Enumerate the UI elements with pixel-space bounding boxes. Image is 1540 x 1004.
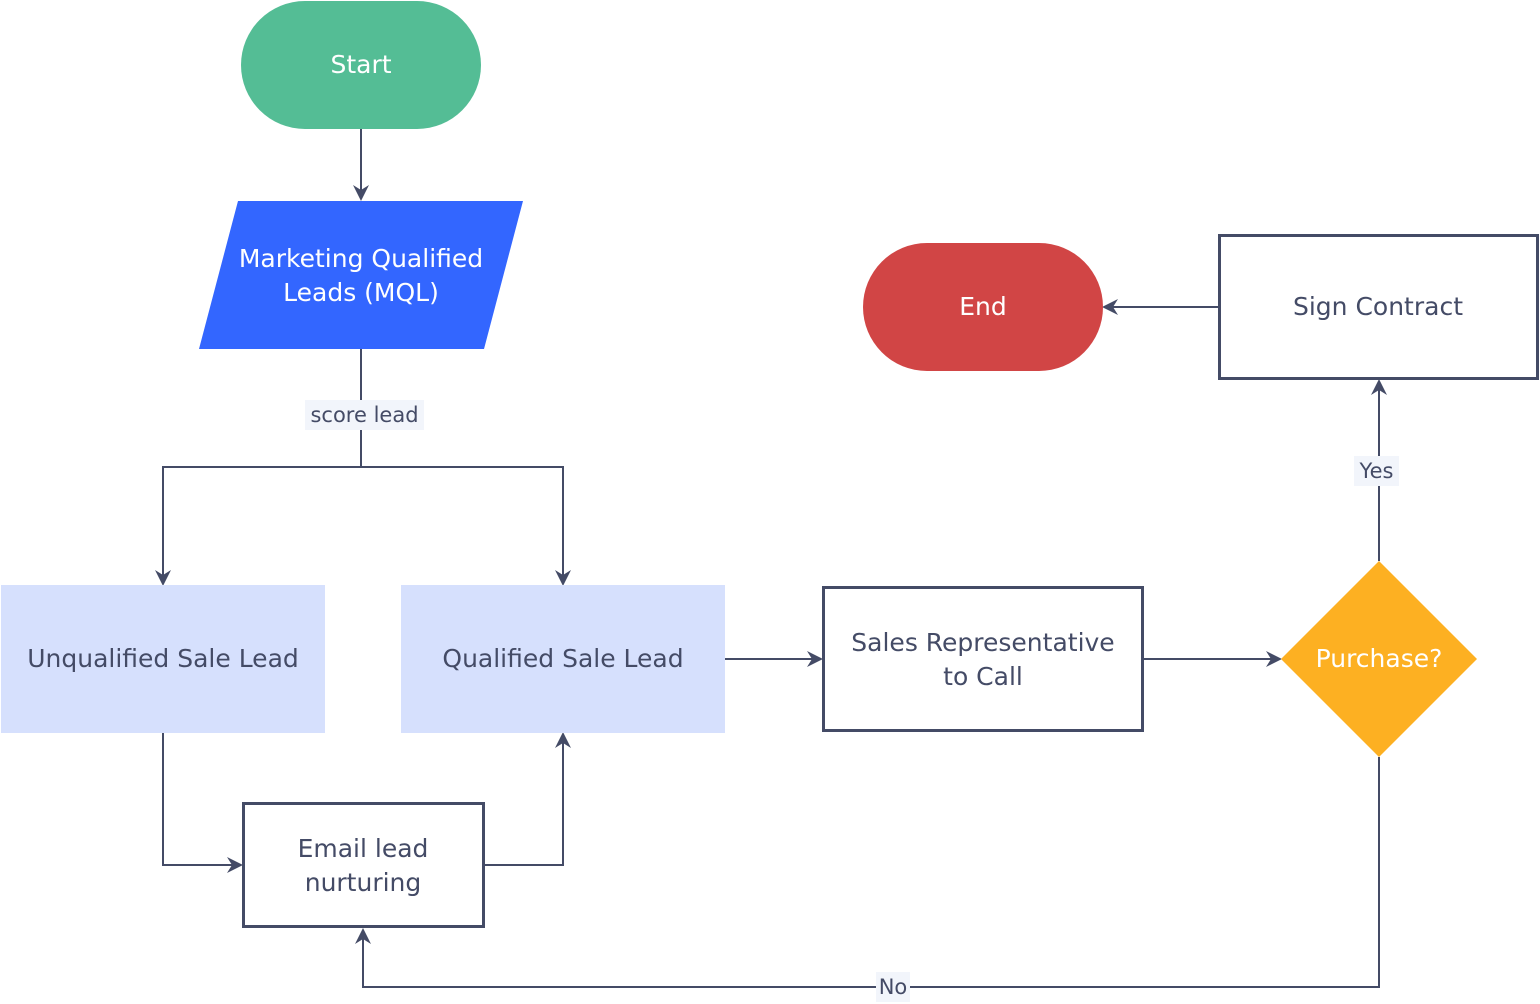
node-mql-label-line-1: Marketing Qualified [239,244,483,273]
edge-label-score-lead: score lead [305,400,424,430]
mql-parallelogram-shape [199,201,523,349]
flowchart-canvas: score lead Yes No Start Marketing Qualif… [1,1,1539,1002]
node-purchase-label: Purchase? [1316,644,1443,673]
edge-label-no-text: No [879,975,908,999]
edge-email-to-qualified[interactable] [485,732,571,866]
node-unqualified-label: Unqualified Sale Lead [27,644,299,673]
edge-label-score-lead-text: score lead [310,403,418,427]
edge-unqualified-to-email[interactable] [162,733,243,873]
email-rect-shape [242,802,485,928]
sales-rep-rect-shape [822,586,1144,732]
node-end-label: End [959,292,1007,321]
node-email-lead-nurturing[interactable]: Email lead nurturing [242,802,485,928]
node-sales-rep-label-line-1: Sales Representative [851,628,1114,657]
node-sales-representative[interactable]: Sales Representative to Call [822,586,1144,732]
node-unqualified-sale-lead[interactable]: Unqualified Sale Lead [1,585,325,733]
node-sales-rep-label-line-2: to Call [943,662,1023,691]
edge-label-no: No [876,972,910,1002]
edge-label-yes-text: Yes [1359,459,1394,483]
node-email-label-line-2: nurturing [305,868,422,897]
node-qualified-sale-lead[interactable]: Qualified Sale Lead [401,585,725,733]
node-sign-contract[interactable]: Sign Contract [1218,234,1539,380]
node-start-label: Start [330,50,391,79]
node-email-label-line-1: Email lead [298,834,429,863]
node-mql-label-line-2: Leads (MQL) [283,278,439,307]
node-sign-contract-label: Sign Contract [1293,292,1463,321]
node-end[interactable]: End [863,243,1103,371]
edge-label-yes: Yes [1354,456,1399,486]
node-purchase-decision[interactable]: Purchase? [1281,561,1477,757]
node-start[interactable]: Start [241,1,481,129]
node-qualified-label: Qualified Sale Lead [442,644,683,673]
edge-mql-to-unqualified[interactable] [155,349,362,586]
edge-mql-to-qualified[interactable] [361,466,571,586]
node-mql[interactable]: Marketing Qualified Leads (MQL) [199,201,523,349]
edge-purchase-to-email-no[interactable] [355,757,1380,988]
